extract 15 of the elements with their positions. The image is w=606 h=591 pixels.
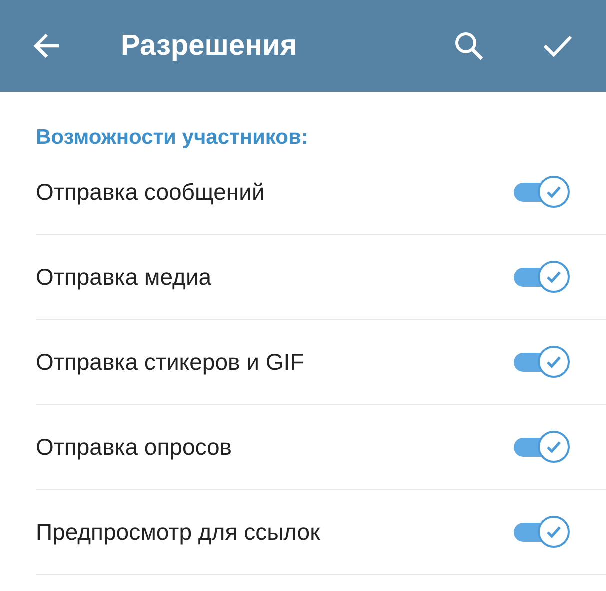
toggle-switch[interactable] [512, 431, 570, 463]
screen-title: Разрешения [121, 30, 298, 62]
back-icon[interactable] [33, 32, 61, 60]
checkmark-icon[interactable] [543, 34, 573, 58]
permission-label: Отправка сообщений [36, 178, 266, 206]
toggle-switch[interactable] [512, 176, 570, 208]
section-header: Возможности участников: [35, 125, 310, 150]
permission-label: Отправка стикеров и GIF [36, 348, 306, 376]
toggle-switch[interactable] [512, 516, 570, 548]
toggle-switch[interactable] [512, 261, 570, 293]
search-icon[interactable] [454, 31, 484, 61]
permission-label: Предпросмотр для ссылок [36, 518, 322, 546]
permission-label: Отправка медиа [36, 264, 213, 290]
permission-label: Отправка опросов [36, 434, 234, 460]
toggle-switch[interactable] [512, 346, 570, 378]
